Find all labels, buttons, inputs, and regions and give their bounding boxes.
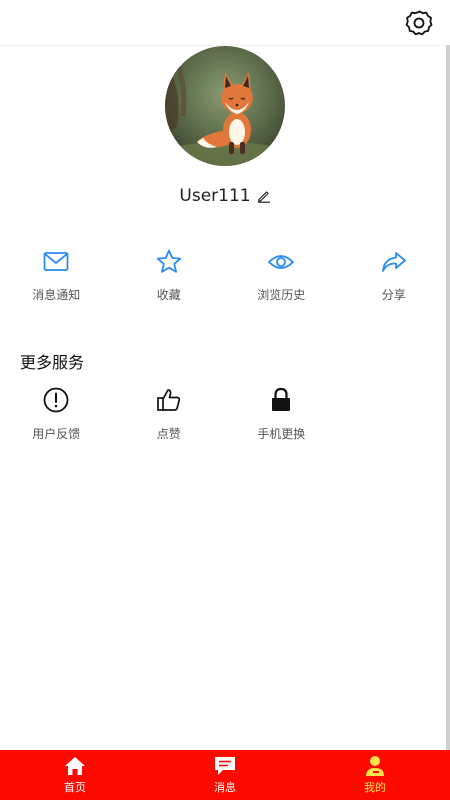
tab-profile[interactable]: 我的 (300, 750, 450, 800)
action-label: 浏览历史 (257, 288, 306, 302)
quick-actions: 消息通知 收藏 浏览历史 分享 (0, 248, 450, 308)
service-change-phone[interactable]: 手机更换 (225, 386, 338, 446)
top-bar (0, 0, 450, 46)
user-icon (364, 755, 386, 777)
tab-label: 首页 (64, 781, 86, 794)
action-label: 消息通知 (32, 288, 81, 302)
action-history[interactable]: 浏览历史 (225, 248, 338, 308)
home-icon (64, 755, 86, 777)
fox-avatar-image (165, 46, 285, 166)
tab-label: 我的 (364, 781, 386, 794)
bottom-tab-bar: 首页 消息 我的 (0, 750, 450, 800)
mail-icon (42, 248, 70, 276)
more-services-title: 更多服务 (20, 353, 85, 372)
action-label: 收藏 (156, 288, 181, 302)
service-feedback[interactable]: 用户反馈 (0, 386, 113, 446)
eye-icon (267, 248, 295, 276)
service-label: 用户反馈 (32, 427, 81, 441)
share-icon (380, 248, 408, 276)
exclamation-icon (42, 386, 70, 414)
lock-icon (267, 386, 295, 414)
service-like[interactable]: 点赞 (113, 386, 226, 446)
username: User111 (179, 186, 251, 206)
edit-pencil-icon[interactable] (257, 189, 271, 203)
action-share[interactable]: 分享 (338, 248, 450, 308)
service-label: 手机更换 (257, 427, 306, 441)
tab-home[interactable]: 首页 (0, 750, 150, 800)
action-label: 分享 (381, 288, 406, 302)
action-notifications[interactable]: 消息通知 (0, 248, 113, 308)
message-icon (214, 755, 236, 777)
thumbs-up-icon (155, 386, 183, 414)
gear-icon (405, 10, 433, 36)
username-row: User111 (0, 184, 450, 208)
star-icon (155, 248, 183, 276)
action-favorites[interactable]: 收藏 (113, 248, 226, 308)
profile-page: User111 消息通知 收藏 浏览历史 分享 更多服务 用户反馈 点赞 手机更… (0, 0, 450, 800)
service-label: 点赞 (156, 427, 181, 441)
tab-messages[interactable]: 消息 (150, 750, 300, 800)
more-services-list: 用户反馈 点赞 手机更换 (0, 386, 450, 446)
avatar[interactable] (165, 46, 285, 166)
settings-button[interactable] (404, 8, 434, 38)
tab-label: 消息 (214, 781, 236, 794)
